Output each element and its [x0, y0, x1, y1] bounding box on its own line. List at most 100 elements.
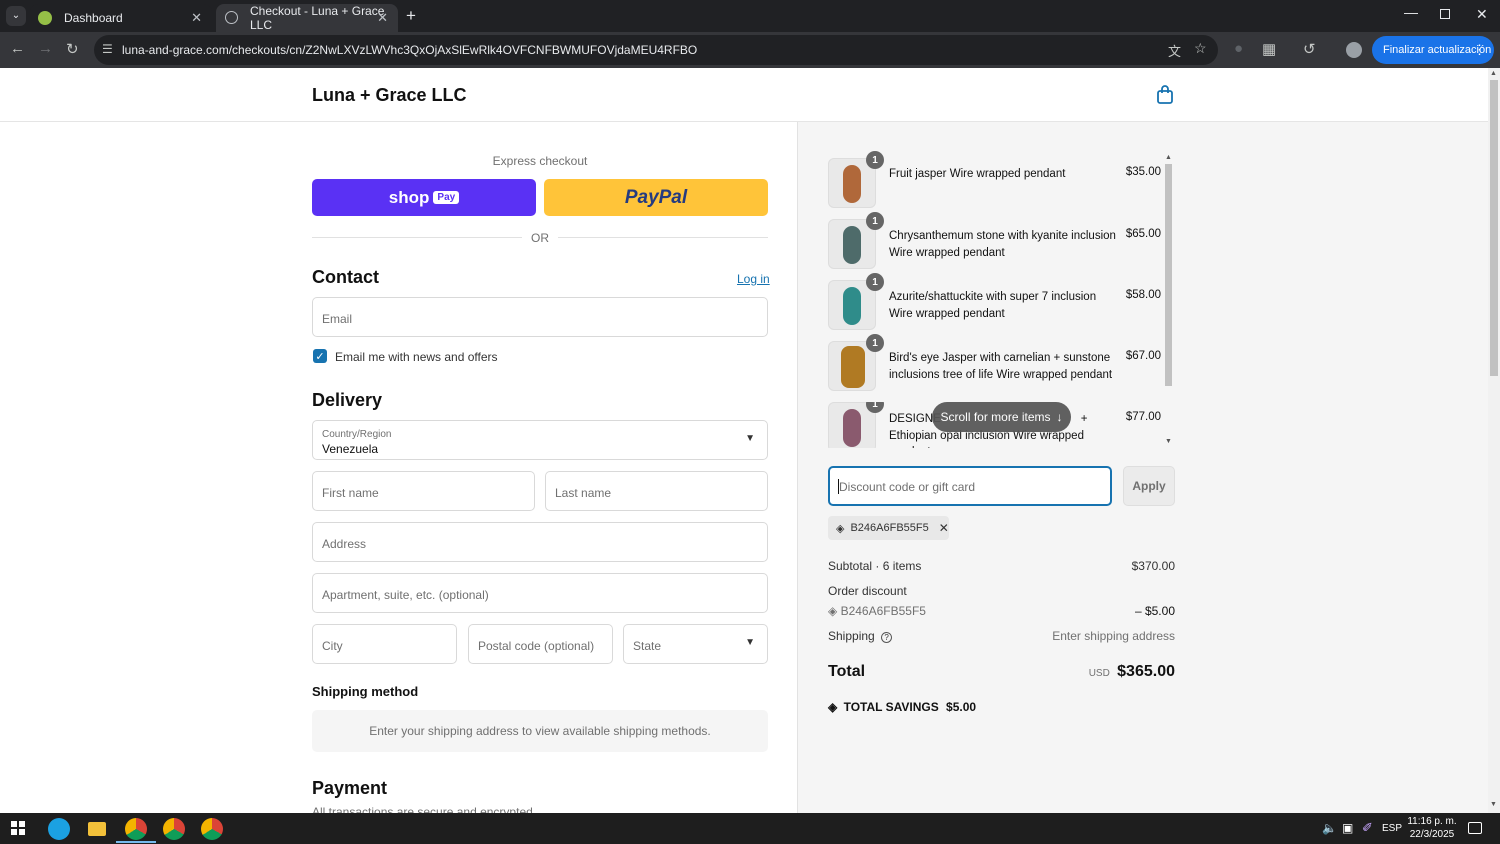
- shipping-info-box: Enter your shipping address to view avai…: [312, 710, 768, 752]
- discount-value: – $5.00: [1134, 604, 1175, 618]
- total-value: $365.00: [1117, 663, 1175, 680]
- language-indicator[interactable]: ESP: [1382, 823, 1402, 834]
- newsletter-checkbox[interactable]: ✓: [313, 349, 327, 363]
- state-select[interactable]: State ▼: [623, 624, 768, 664]
- history-icon[interactable]: ↺: [1303, 40, 1316, 58]
- browser-tab-bar: ⌄ Dashboard ✕ Checkout - Luna + Grace LL…: [0, 0, 1500, 32]
- city-field[interactable]: City: [312, 624, 457, 664]
- divider: [558, 237, 768, 238]
- close-window-button[interactable]: ✕: [1476, 6, 1488, 23]
- reload-icon[interactable]: ↻: [66, 40, 79, 58]
- item-name-end: +: [1080, 413, 1088, 425]
- item-name: Fruit jasper Wire wrapped pendant: [889, 168, 1066, 180]
- discount-code-row: ◈ B246A6FB55F5 – $5.00: [828, 604, 1175, 618]
- browser-toolbar: ← → ↻ ☰ luna-and-grace.com/checkouts/cn/…: [0, 32, 1500, 68]
- apply-button[interactable]: Apply: [1123, 466, 1175, 506]
- chrome-icon[interactable]: [201, 818, 223, 840]
- paypal-button[interactable]: PayPal: [544, 179, 768, 216]
- subtotal-label: Subtotal · 6 items: [828, 559, 922, 573]
- total-amount: USD $365.00: [1089, 663, 1175, 681]
- checkout-page: Luna + Grace LLC Express checkout shop P…: [0, 68, 1488, 813]
- total-savings-row: ◈ TOTAL SAVINGS $5.00: [828, 700, 1175, 714]
- shopify-icon: [38, 11, 52, 25]
- apartment-placeholder: Apartment, suite, etc. (optional): [322, 588, 489, 602]
- update-button[interactable]: Finalizar actualización ⋮: [1372, 36, 1494, 64]
- new-tab-button[interactable]: +: [406, 6, 416, 26]
- line-item: 1 Bird's eye Jasper with carnelian + sun…: [828, 334, 1164, 391]
- store-name[interactable]: Luna + Grace LLC: [312, 85, 467, 106]
- chrome-icon[interactable]: [163, 818, 185, 840]
- clock[interactable]: 11:16 p. m. 22/3/2025: [1406, 815, 1458, 841]
- login-link[interactable]: Log in: [737, 272, 770, 286]
- chrome-icon[interactable]: [125, 818, 147, 840]
- restore-button[interactable]: [1440, 9, 1450, 19]
- order-discount-label: Order discount: [828, 584, 907, 598]
- subtotal-row: Subtotal · 6 items $370.00: [828, 559, 1175, 573]
- discount-code-input[interactable]: Discount code or gift card: [828, 466, 1112, 506]
- tag-icon: ◈: [828, 700, 838, 714]
- url-text: luna-and-grace.com/checkouts/cn/Z2NwLXVz…: [122, 43, 698, 57]
- page-scrollbar[interactable]: ▲ ▼: [1488, 68, 1500, 813]
- shopping-bag-icon[interactable]: [1156, 85, 1174, 105]
- more-options-icon[interactable]: ⋮: [1473, 42, 1486, 58]
- address-bar[interactable]: ☰ luna-and-grace.com/checkouts/cn/Z2NwLX…: [94, 35, 1218, 65]
- shop-pay-button[interactable]: shop Pay: [312, 179, 536, 216]
- summary-scrollbar[interactable]: ▲ ▼: [1164, 154, 1173, 448]
- item-price: $35.00: [1125, 166, 1161, 178]
- shipping-label: Shipping: [828, 629, 875, 643]
- tab-title: Checkout - Luna + Grace LLC: [250, 4, 385, 32]
- tab-checkout[interactable]: Checkout - Luna + Grace LLC ✕: [216, 4, 398, 32]
- postal-code-field[interactable]: Postal code (optional): [468, 624, 613, 664]
- file-explorer-icon[interactable]: [88, 822, 106, 836]
- first-name-field[interactable]: First name: [312, 471, 535, 511]
- scroll-hint-label: Scroll for more items: [940, 410, 1051, 424]
- country-select[interactable]: Country/Region Venezuela ▼: [312, 420, 768, 460]
- forward-icon[interactable]: →: [38, 40, 53, 57]
- item-name-line2: Ethiopian opal inclusion Wire wrapped pe…: [889, 429, 1084, 449]
- line-item: 1 Azurite/shattuckite with super 7 inclu…: [828, 273, 1164, 330]
- item-price: $77.00: [1125, 411, 1161, 423]
- volume-icon[interactable]: 🔈: [1322, 821, 1337, 835]
- remove-code-icon[interactable]: ✕: [939, 521, 949, 535]
- postal-placeholder: Postal code (optional): [478, 639, 595, 653]
- network-icon[interactable]: ▣: [1342, 821, 1353, 835]
- profile-avatar[interactable]: [1346, 42, 1362, 58]
- tab-dashboard[interactable]: Dashboard ✕: [30, 4, 212, 32]
- shipping-method-heading: Shipping method: [312, 684, 419, 699]
- notifications-icon[interactable]: [1468, 822, 1482, 834]
- clock-date: 22/3/2025: [1409, 829, 1455, 840]
- tab-title: Dashboard: [64, 11, 123, 25]
- item-name: Azurite/shattuckite with super 7 inclusi…: [889, 291, 1097, 320]
- translate-icon[interactable]: 文: [1168, 41, 1181, 60]
- windows-taskbar: 🔈 ▣ ✐ ESP 11:16 p. m. 22/3/2025: [0, 813, 1500, 844]
- close-icon[interactable]: ✕: [377, 10, 388, 26]
- address-field[interactable]: Address: [312, 522, 768, 562]
- minimize-button[interactable]: —: [1404, 4, 1418, 20]
- back-icon[interactable]: ←: [10, 40, 25, 57]
- edge-icon[interactable]: [48, 818, 70, 840]
- extension-icon[interactable]: ●: [1234, 40, 1243, 57]
- email-field[interactable]: Email: [312, 297, 768, 337]
- scroll-more-pill[interactable]: Scroll for more items ↓: [932, 402, 1071, 432]
- divider: [312, 237, 522, 238]
- star-icon[interactable]: ☆: [1194, 40, 1207, 57]
- line-item: 1 Chrysanthemum stone with kyanite inclu…: [828, 212, 1164, 269]
- site-settings-icon[interactable]: ☰: [102, 42, 113, 56]
- clock-time: 11:16 p. m.: [1407, 816, 1457, 827]
- applied-code: B246A6FB55F5: [850, 522, 929, 534]
- tab-list-dropdown-icon[interactable]: ⌄: [6, 6, 26, 26]
- shipping-value: Enter shipping address: [1052, 629, 1175, 643]
- tag-icon: ◈: [836, 522, 845, 535]
- item-price: $67.00: [1125, 350, 1161, 362]
- help-icon[interactable]: ?: [881, 632, 893, 643]
- subtotal-value: $370.00: [1131, 559, 1175, 573]
- globe-icon: [225, 11, 238, 24]
- puzzle-icon[interactable]: ▦: [1262, 40, 1276, 58]
- start-icon[interactable]: [11, 821, 25, 835]
- pen-icon[interactable]: ✐: [1362, 820, 1373, 836]
- close-icon[interactable]: ✕: [191, 10, 202, 26]
- last-name-field[interactable]: Last name: [545, 471, 768, 511]
- apartment-field[interactable]: Apartment, suite, etc. (optional): [312, 573, 768, 613]
- address-placeholder: Address: [322, 537, 367, 551]
- newsletter-label: Email me with news and offers: [335, 350, 498, 364]
